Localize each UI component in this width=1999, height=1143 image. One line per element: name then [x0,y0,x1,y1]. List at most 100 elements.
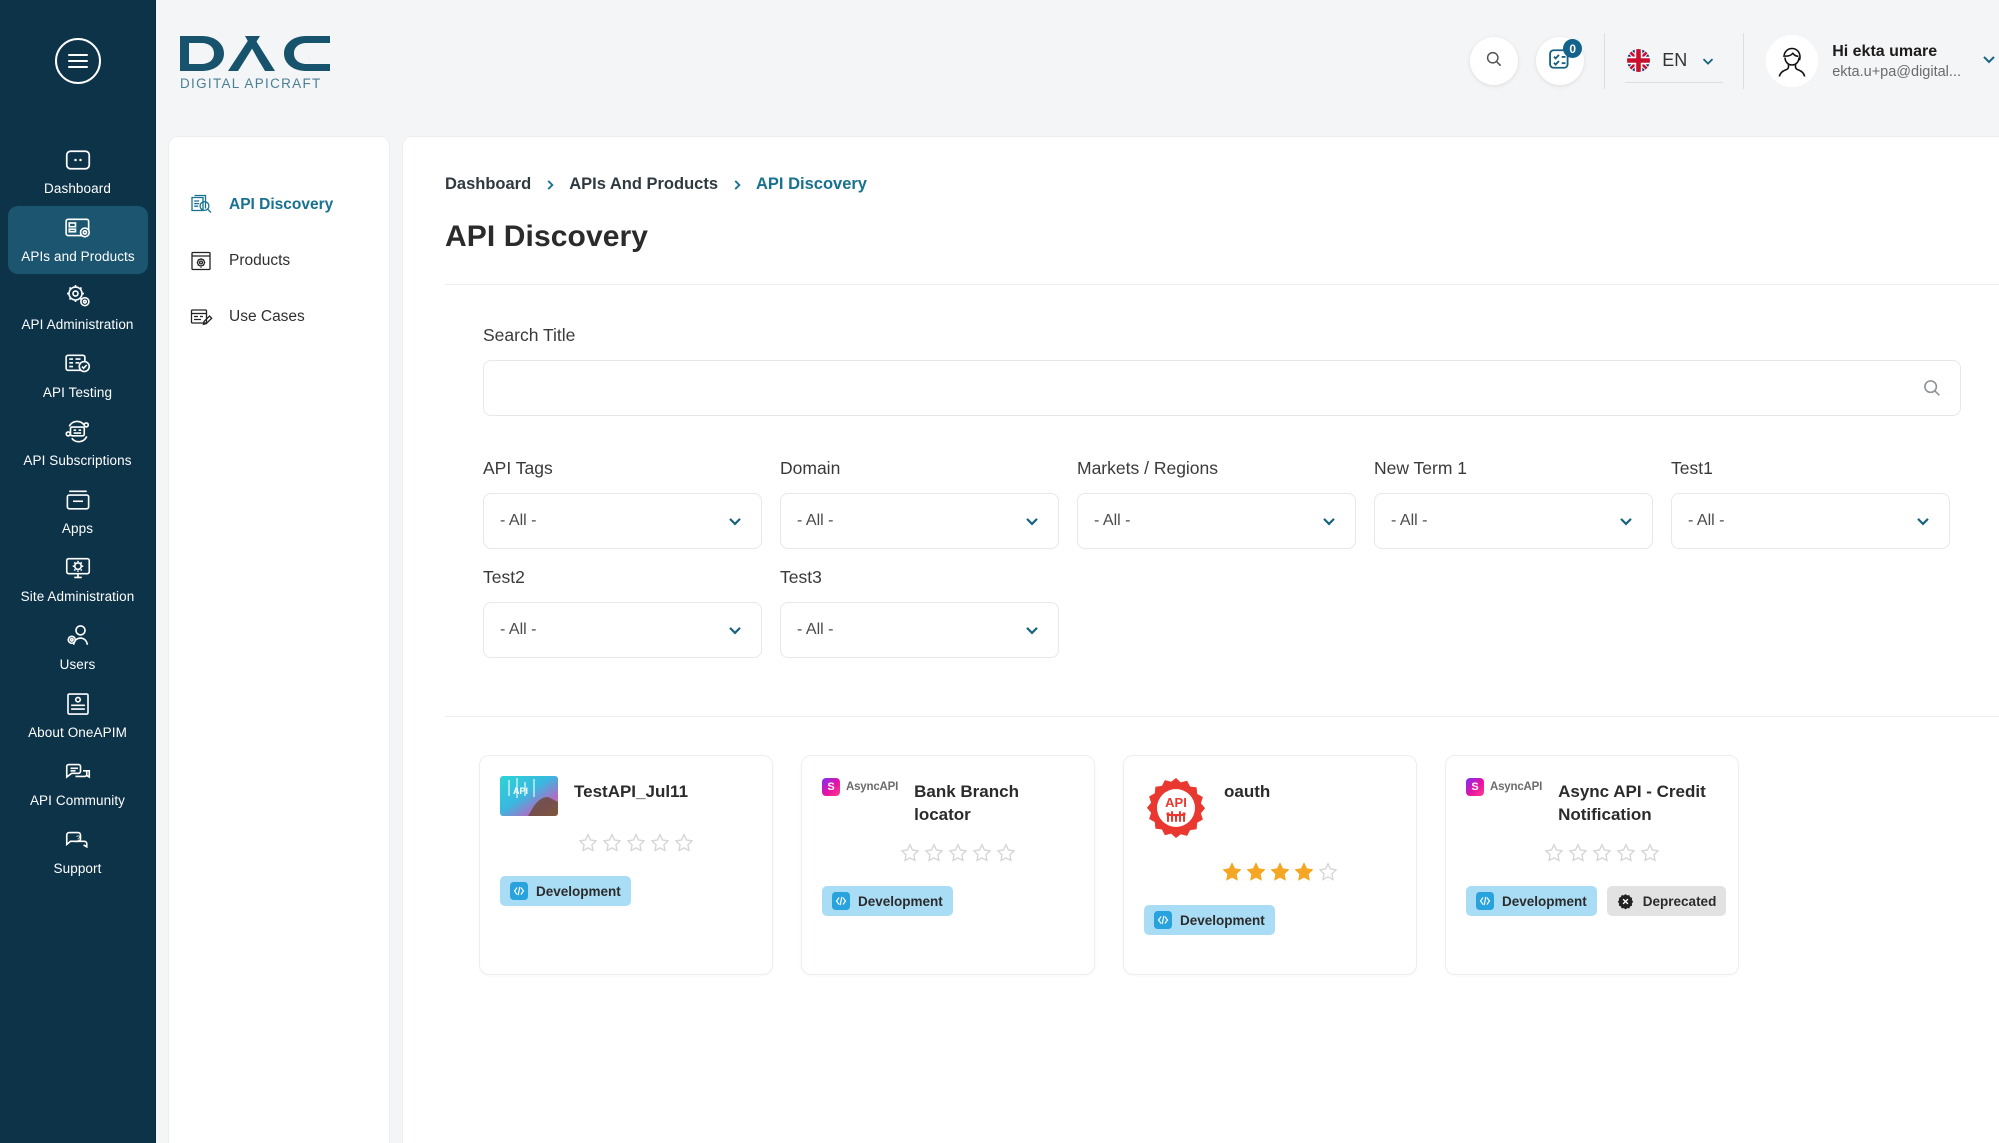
star-icon [924,843,944,862]
star-icon [578,833,598,852]
hamburger-icon-line [67,60,88,62]
filter-value: - All - [1094,512,1131,529]
api-card[interactable]: API oauth Development [1123,755,1417,975]
filter-value: - All - [797,621,834,638]
star-icon [1222,862,1242,881]
tasks-badge: 0 [1563,39,1583,58]
star-icon [972,843,992,862]
status-badge-development: Development [1144,905,1275,935]
brand-logo[interactable]: DIGITAL APICRAFT [178,30,333,92]
card-chips: Development [500,876,752,906]
sidebar-item-label: Dashboard [44,181,111,196]
subnav-item-label: API Discovery [229,196,334,213]
rating-stars[interactable] [1466,842,1718,864]
sidebar-nav: Dashboard APIs and Products API Administ… [0,122,155,886]
card-chips: Development [1144,905,1396,935]
filter-select-test2[interactable]: - All - [483,602,762,658]
star-icon [1640,843,1660,862]
api-card[interactable]: S AsyncAPI Bank Branch locator Developme… [801,755,1095,975]
api-title: oauth [1224,782,1271,801]
chevron-down-icon [1913,511,1933,531]
sidebar-item-api-subscriptions[interactable]: API Subscriptions [0,410,155,478]
deprecated-icon [1617,892,1635,910]
api-card[interactable]: S AsyncAPI Async API - Credit Notificati… [1445,755,1739,975]
filter-label: Test1 [1671,458,1713,478]
star-icon [900,843,920,862]
use-cases-icon [187,303,215,331]
svg-text:DIGITAL APICRAFT: DIGITAL APICRAFT [180,76,322,91]
filter-select-new-term-1[interactable]: - All - [1374,493,1653,549]
search-input[interactable] [483,360,1961,416]
sidebar-item-apis-and-products[interactable]: APIs and Products [8,206,148,274]
sidebar-item-about-oneapim[interactable]: About OneAPIM [0,682,155,750]
status-badge-development: Development [1466,886,1597,916]
subnav-item-use-cases[interactable]: Use Cases [169,289,389,345]
filter-select-test1[interactable]: - All - [1671,493,1950,549]
chevron-down-icon [1022,620,1042,640]
sidebar-item-api-administration[interactable]: API Administration [0,274,155,342]
card-header: S AsyncAPI Bank Branch locator [822,776,1074,826]
api-title: Async API - Credit Notification [1558,782,1706,824]
filter-select-markets-regions[interactable]: - All - [1077,493,1356,549]
filter-test3: Test3 - All - [780,567,1059,658]
apis-products-icon [63,213,93,243]
language-code: EN [1662,50,1688,70]
top-bar: DIGITAL APICRAFT 0 EN Hi ekta umare ekta… [156,0,1999,122]
api-testing-icon [63,349,93,379]
sidebar-item-apps[interactable]: Apps [0,478,155,546]
sidebar-item-dashboard[interactable]: Dashboard [0,138,155,206]
filter-label: Test3 [780,567,822,587]
star-icon [674,833,694,852]
star-icon [626,833,646,852]
chip-label: Development [858,893,943,909]
breadcrumb-item-api-discovery[interactable]: API Discovery [756,175,867,194]
menu-toggle-button[interactable] [54,38,101,84]
tasks-button[interactable]: 0 [1536,37,1585,85]
sidebar-item-users[interactable]: Users [0,614,155,682]
asyncapi-logo-icon: S AsyncAPI [1466,776,1542,796]
card-chips: Development Deprecated [1466,886,1727,916]
svg-text:?: ? [76,834,80,843]
breadcrumb-item-apis-and-products[interactable]: APIs And Products [569,175,718,194]
filter-select-test3[interactable]: - All - [780,602,1059,658]
chevron-down-icon [1699,52,1717,70]
search-icon[interactable] [1921,377,1943,404]
sidebar-item-site-administration[interactable]: Site Administration [0,546,155,614]
filter-select-api-tags[interactable]: - All - [483,493,762,549]
code-icon [832,892,850,910]
filter-label: Markets / Regions [1077,458,1219,478]
page-title: API Discovery [445,220,649,253]
rating-stars[interactable] [1144,861,1396,883]
subnav-item-products[interactable]: Products [169,233,389,289]
chevron-down-icon [1975,49,1999,74]
rating-stars[interactable] [822,842,1074,864]
language-selector[interactable]: EN [1625,39,1724,83]
search-button[interactable] [1470,37,1519,85]
hamburger-icon-line [67,66,88,68]
asyncapi-wordmark: AsyncAPI [1490,781,1543,793]
chevron-down-icon [725,511,745,531]
filter-markets-regions: Markets / Regions - All - [1077,458,1356,549]
chevron-down-icon [725,620,745,640]
rating-stars[interactable] [500,832,752,854]
chip-label: Deprecated [1642,893,1717,909]
user-menu[interactable]: Hi ekta umare ekta.u+pa@digital... [1764,35,1999,87]
asyncapi-logo-icon: S AsyncAPI [822,776,898,796]
right-region: DIGITAL APICRAFT 0 EN Hi ekta umare ekta… [156,0,1999,1143]
star-icon [1246,862,1266,881]
filter-select-domain[interactable]: - All - [780,493,1059,549]
subnav-item-api-discovery[interactable]: API Discovery [169,177,389,233]
breadcrumb-item-dashboard[interactable]: Dashboard [445,175,531,194]
card-chips: Development [822,886,1074,916]
asyncapi-mark: S [822,778,840,796]
sidebar-item-api-community[interactable]: API Community [0,750,155,818]
star-icon [1592,843,1612,862]
api-title: TestAPI_Jul11 [574,782,689,801]
api-card[interactable]: API TestAPI_Jul11 Development [479,755,773,975]
sidebar-item-api-testing[interactable]: API Testing [0,342,155,410]
api-discovery-icon [187,191,215,219]
sidebar-item-support[interactable]: ? Support [0,818,155,886]
topbar-divider-1 [1604,33,1606,89]
card-header: API oauth [1144,776,1396,845]
search-icon [1484,49,1504,74]
